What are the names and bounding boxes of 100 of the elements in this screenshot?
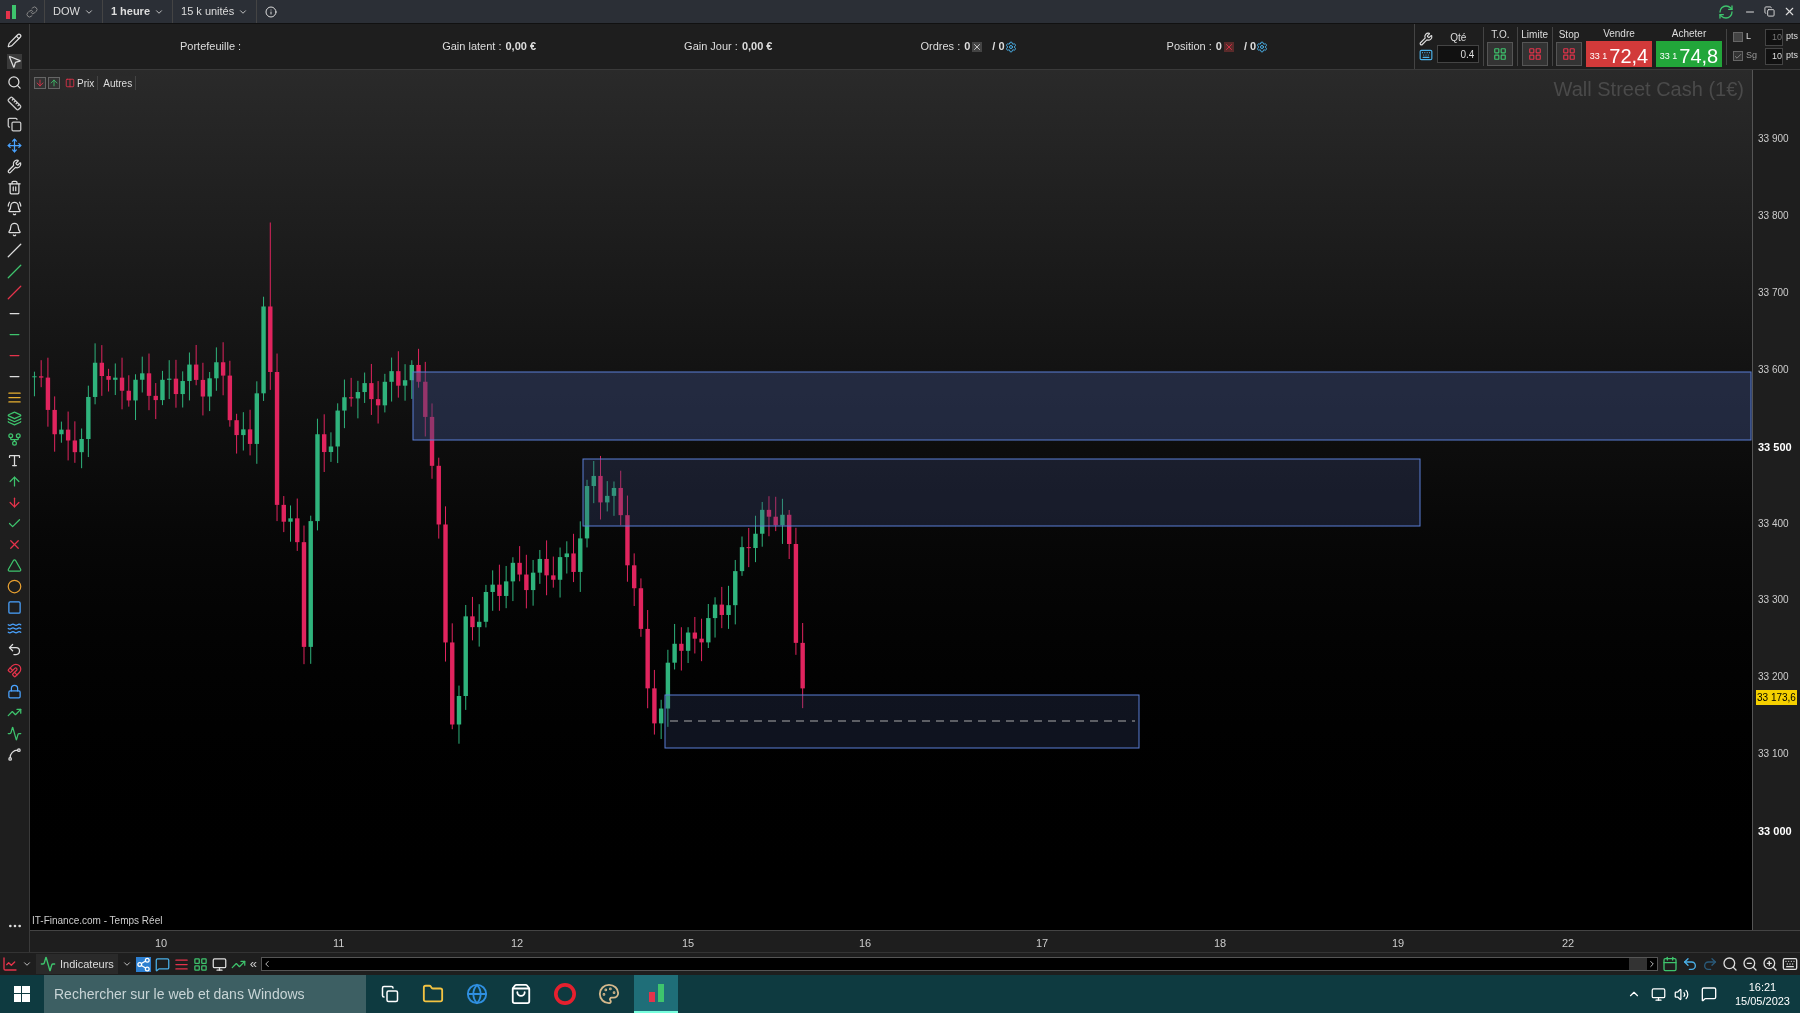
cursor-icon[interactable] xyxy=(7,54,22,69)
close-icon[interactable] xyxy=(1783,5,1796,18)
candles-icon xyxy=(648,984,664,1002)
zoom-in-icon[interactable] xyxy=(1762,956,1778,972)
comment-icon[interactable] xyxy=(154,956,170,972)
period-dropdown[interactable]: 1 heure xyxy=(101,0,173,23)
up-arrow-icon[interactable] xyxy=(7,474,22,489)
settings-icon[interactable] xyxy=(1256,40,1269,53)
option-checkbox[interactable] xyxy=(1733,51,1743,61)
window-icon[interactable] xyxy=(211,956,227,972)
zone-rectangle[interactable] xyxy=(664,694,1140,749)
rectangle-icon[interactable] xyxy=(7,600,22,615)
chart-pencil-icon[interactable] xyxy=(2,956,18,972)
share-icon[interactable] xyxy=(135,956,151,972)
copy-icon[interactable] xyxy=(7,117,22,132)
portfolio-label: Portefeuille : xyxy=(180,39,242,55)
fork-icon[interactable] xyxy=(7,432,22,447)
windows-logo-icon[interactable] xyxy=(14,986,30,1002)
pencil-icon[interactable] xyxy=(7,33,22,48)
scroll-thumb[interactable] xyxy=(1629,958,1647,970)
price-label: 33 500 xyxy=(1758,439,1792,455)
cross-icon[interactable] xyxy=(7,537,22,552)
ruler-icon[interactable] xyxy=(7,96,22,111)
notification-icon[interactable] xyxy=(1700,986,1717,1002)
grid-icon[interactable] xyxy=(192,956,208,972)
price-line[interactable] xyxy=(669,720,1136,722)
date-label: 19 xyxy=(1392,936,1405,951)
tools-icon[interactable] xyxy=(7,159,22,174)
collapse-button[interactable]: « xyxy=(249,954,258,974)
info-icon[interactable] xyxy=(265,5,278,18)
candles-icon xyxy=(6,4,16,19)
levels-icon[interactable] xyxy=(7,390,22,405)
caret-icon[interactable] xyxy=(22,959,32,969)
sync-icon[interactable] xyxy=(1718,3,1734,20)
scrollbar[interactable] xyxy=(261,957,1658,971)
keyboard-icon[interactable] xyxy=(1782,956,1798,972)
undo-icon[interactable] xyxy=(1682,956,1698,972)
settings-icon[interactable] xyxy=(1004,40,1017,53)
lock-icon[interactable] xyxy=(7,684,22,699)
date-label: 22 xyxy=(1562,936,1575,951)
date-label: 15 xyxy=(682,936,695,951)
zoom-out-icon[interactable] xyxy=(1742,956,1758,972)
channel-icon[interactable] xyxy=(7,411,22,426)
symbol-dropdown[interactable]: DOW xyxy=(44,0,102,23)
order-type-label: T.O. xyxy=(1491,28,1510,42)
indicators-button[interactable]: Indicateurs xyxy=(36,954,118,974)
units-dropdown[interactable]: 15 k unités xyxy=(172,0,258,23)
search-field[interactable]: Rechercher sur le web et dans Windows xyxy=(44,975,366,1013)
caret-icon[interactable] xyxy=(121,959,132,969)
order-type-button[interactable] xyxy=(1521,42,1548,66)
chart-tab[interactable]: Autres xyxy=(100,76,137,90)
link-icon[interactable] xyxy=(26,5,38,18)
option-checkbox[interactable] xyxy=(1733,32,1743,42)
triangle-icon[interactable] xyxy=(7,558,22,573)
trash-icon[interactable] xyxy=(7,180,22,195)
order-type-button[interactable] xyxy=(1487,42,1514,66)
wrench-icon[interactable] xyxy=(1419,31,1434,46)
list-icon[interactable] xyxy=(173,956,189,972)
points-field[interactable]: 10 xyxy=(1765,28,1783,46)
browser-icon[interactable] xyxy=(466,983,488,1005)
text-icon[interactable] xyxy=(7,453,22,468)
zigzag-icon[interactable] xyxy=(7,726,22,741)
network-icon[interactable] xyxy=(1650,986,1666,1002)
rotate-icon[interactable] xyxy=(7,642,22,657)
price-label: 33 200 xyxy=(1758,670,1789,685)
line-icon[interactable] xyxy=(7,264,22,279)
bell-icon[interactable] xyxy=(7,222,22,237)
keyboard-icon[interactable] xyxy=(1419,47,1434,62)
side-label: Vendre xyxy=(1603,27,1635,41)
down-arrow-icon[interactable] xyxy=(7,495,22,510)
move-icon[interactable] xyxy=(7,138,22,153)
zoom-fit-icon[interactable] xyxy=(1722,956,1738,972)
palette-icon[interactable] xyxy=(598,983,620,1005)
points-field[interactable]: 10 xyxy=(1765,47,1783,65)
task-view-icon[interactable] xyxy=(381,985,399,1003)
zoom-icon[interactable] xyxy=(7,75,22,90)
folder-icon[interactable] xyxy=(422,983,444,1005)
cancel-icon[interactable] xyxy=(972,41,983,52)
latent-gain-value: 0,00 € xyxy=(505,39,537,55)
scroll-right-icon[interactable] xyxy=(1647,959,1657,969)
clock[interactable]: 16:21 15/05/2023 xyxy=(1734,980,1790,1008)
ellipse-icon[interactable] xyxy=(7,579,22,594)
position-label: Position : xyxy=(1166,39,1212,55)
store-icon[interactable] xyxy=(510,983,532,1005)
quantity-field[interactable]: 0.4 xyxy=(1437,45,1480,63)
magnet-icon[interactable] xyxy=(7,663,22,678)
active-app-tile[interactable] xyxy=(634,975,678,1013)
chart-tab[interactable]: Prix xyxy=(62,76,99,90)
day-gain-label: Gain Jour : xyxy=(684,39,738,55)
curve-icon[interactable] xyxy=(7,747,22,762)
alert-icon[interactable] xyxy=(7,201,22,216)
volume-icon[interactable] xyxy=(1673,986,1689,1002)
wave-icon[interactable] xyxy=(7,621,22,636)
orders-total: / 0 xyxy=(992,39,1005,55)
ring-browser-icon[interactable] xyxy=(554,983,576,1005)
order-type-label: Stop xyxy=(1558,28,1580,42)
calendar-icon[interactable] xyxy=(1662,956,1678,972)
restore-icon[interactable] xyxy=(1764,6,1775,17)
order-icon xyxy=(1527,47,1542,61)
price-label: 33 300 xyxy=(1758,593,1789,608)
